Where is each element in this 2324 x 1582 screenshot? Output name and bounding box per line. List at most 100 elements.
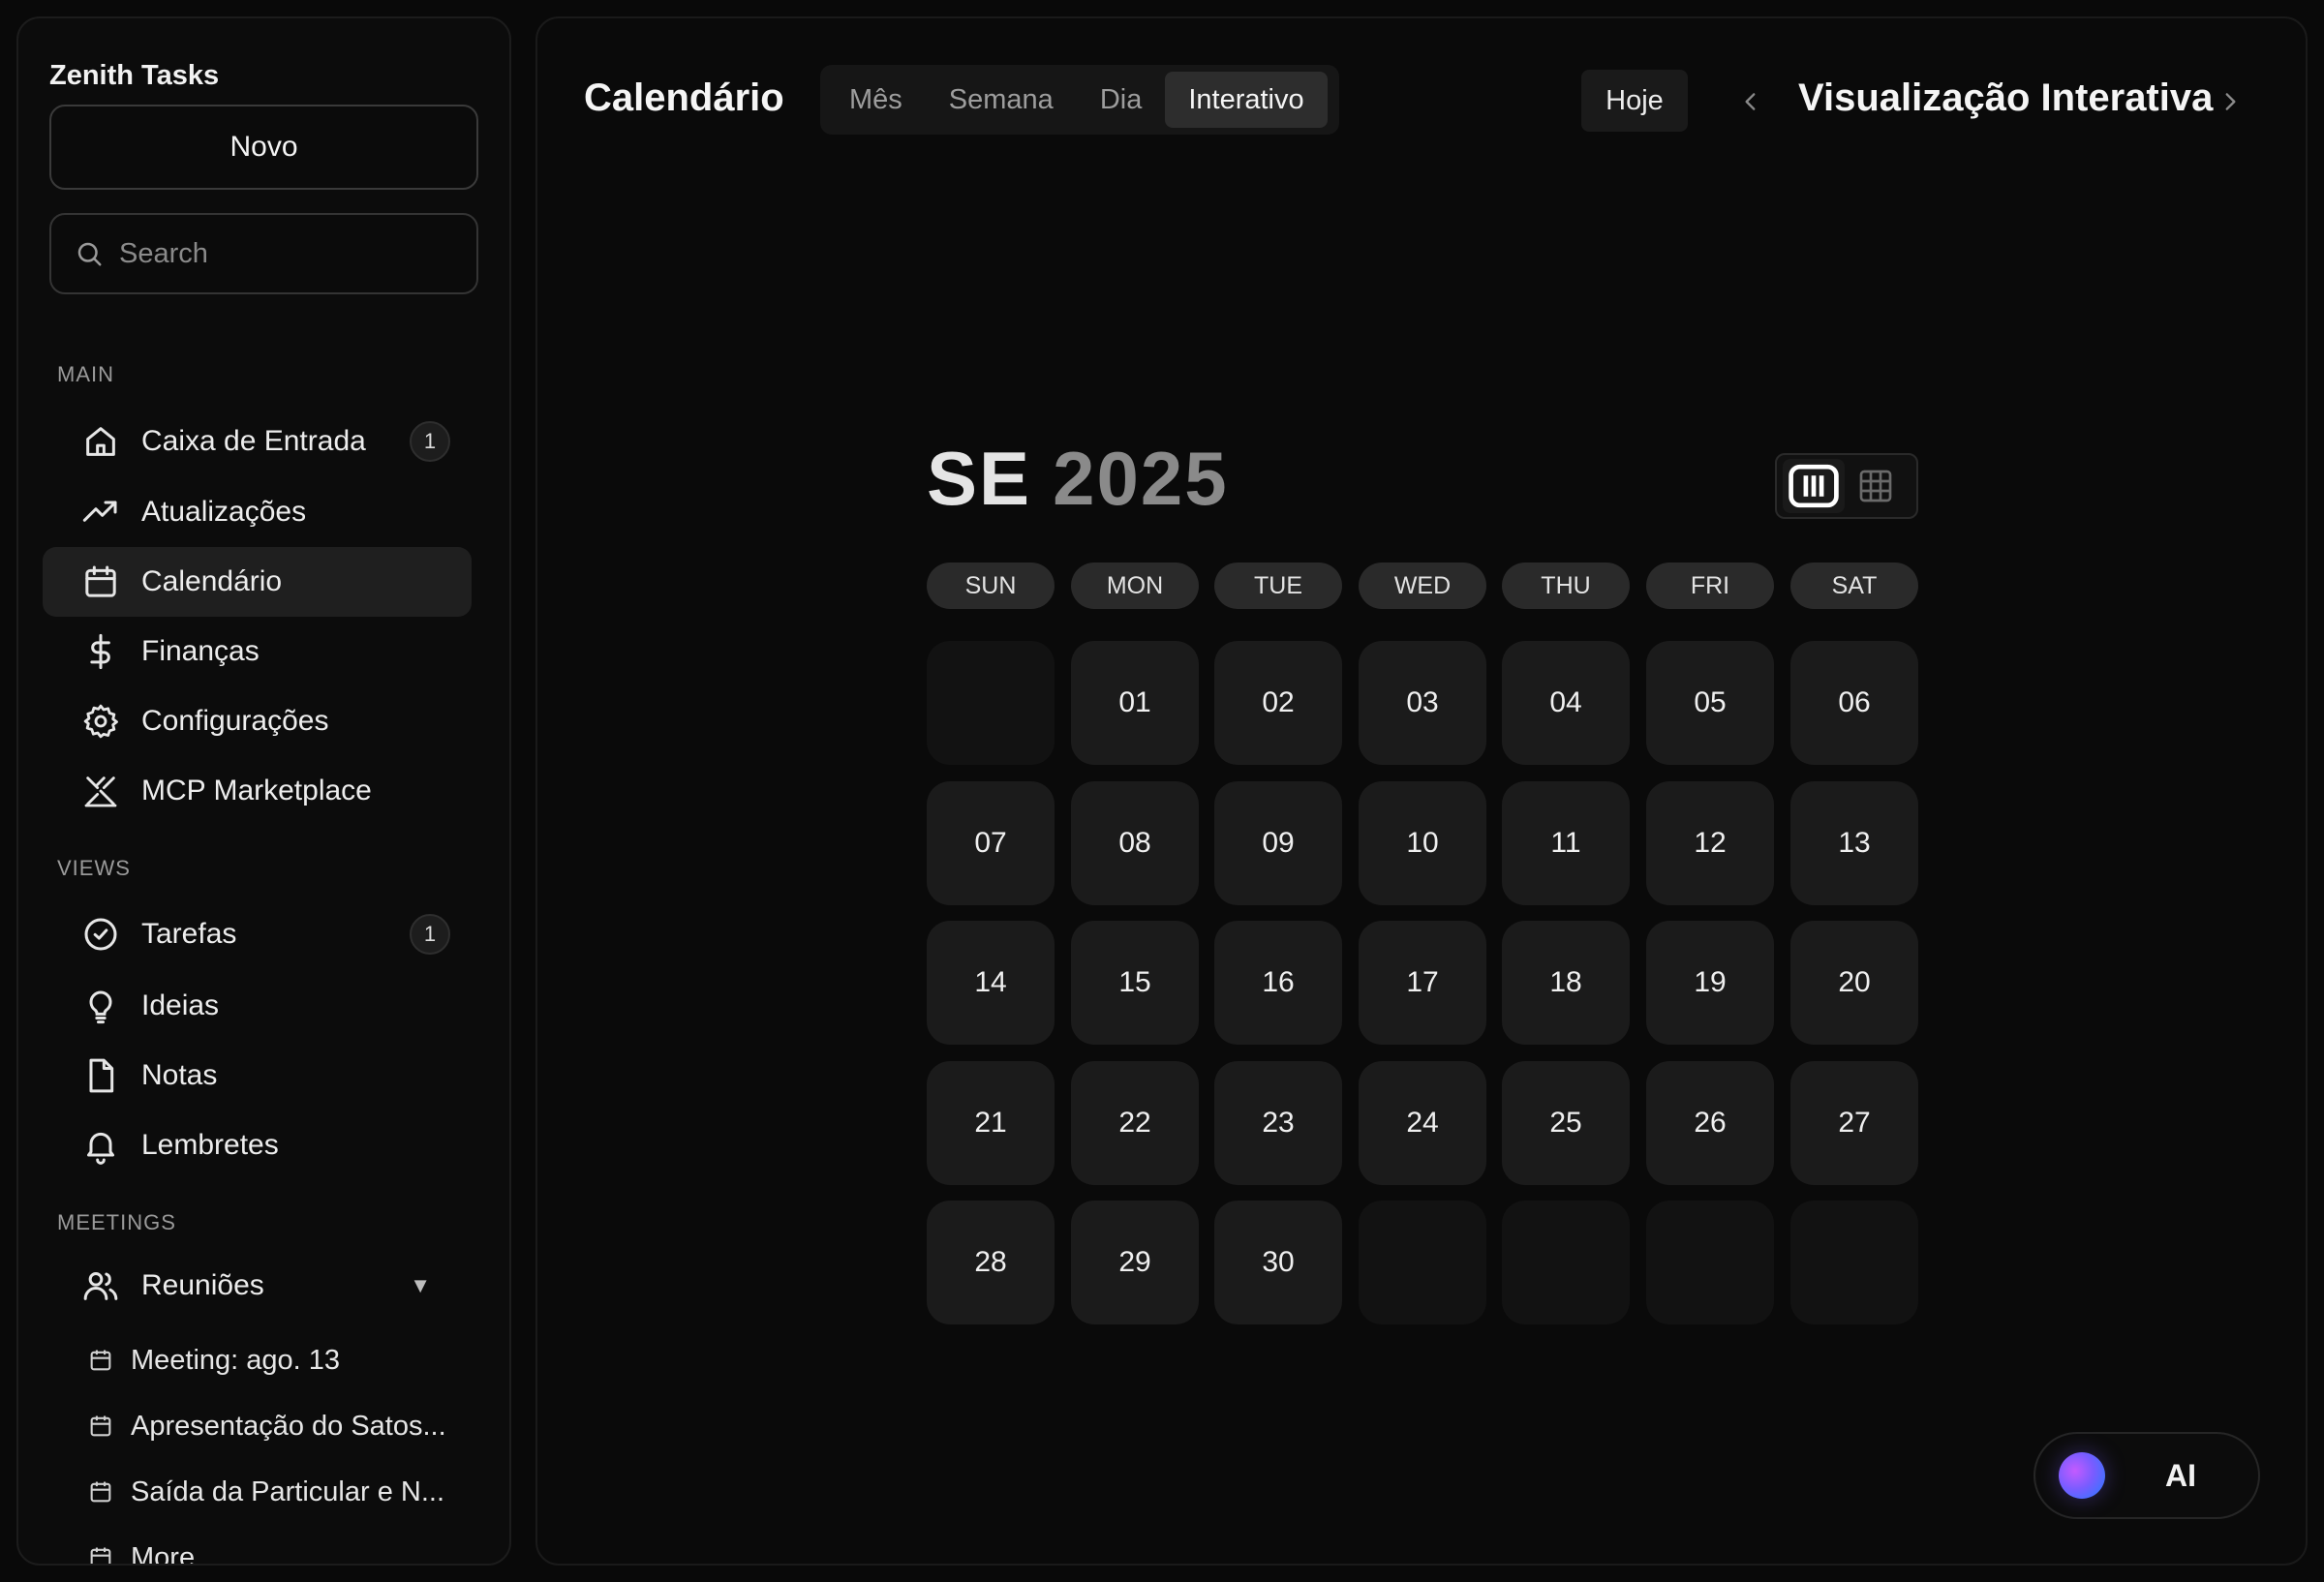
meeting-item-label: Saída da Particular e N...: [131, 1476, 444, 1507]
sidebar-item-meetings-group[interactable]: Reuniões ▼: [43, 1251, 472, 1321]
day-cell[interactable]: 17: [1359, 921, 1486, 1045]
day-cell[interactable]: 28: [927, 1201, 1055, 1324]
day-cell[interactable]: 29: [1071, 1201, 1199, 1324]
search-icon: [73, 237, 106, 270]
calendar-icon: [86, 1477, 115, 1506]
sidebar-item-label: MCP Marketplace: [141, 775, 372, 806]
section-title-main: MAIN: [57, 362, 114, 386]
chevron-right-icon[interactable]: [2211, 82, 2249, 121]
meeting-item[interactable]: Meeting: ago. 13: [86, 1332, 474, 1388]
day-cell[interactable]: 27: [1790, 1061, 1918, 1185]
day-cell[interactable]: 08: [1071, 781, 1199, 905]
section-title-views: VIEWS: [57, 856, 131, 880]
calendar-icon: [86, 1543, 115, 1564]
day-cell[interactable]: 21: [927, 1061, 1055, 1185]
day-cell[interactable]: 05: [1646, 641, 1774, 765]
marketplace-icon: [79, 770, 122, 812]
today-button[interactable]: Hoje: [1581, 70, 1688, 132]
gear-icon: [79, 700, 122, 743]
meeting-item-label: More: [131, 1541, 196, 1566]
sidebar-item-label: Configurações: [141, 705, 329, 737]
day-cell[interactable]: 12: [1646, 781, 1774, 905]
day-cell[interactable]: 01: [1071, 641, 1199, 765]
sidebar-item-reminders[interactable]: Lembretes: [43, 1110, 472, 1180]
day-cell[interactable]: 06: [1790, 641, 1918, 765]
sidebar-item-label: Tarefas: [141, 918, 237, 950]
day-cell[interactable]: 04: [1502, 641, 1630, 765]
day-cell[interactable]: 09: [1214, 781, 1342, 905]
tab-week[interactable]: Semana: [926, 72, 1077, 128]
grid-icon[interactable]: [1845, 459, 1907, 513]
layout-toggle: [1775, 453, 1918, 519]
calendar-month: SE: [927, 436, 1032, 521]
day-cell[interactable]: 11: [1502, 781, 1630, 905]
weekday-label: TUE: [1214, 563, 1342, 609]
sidebar-item-label: Caixa de Entrada: [141, 425, 366, 457]
day-cell[interactable]: 16: [1214, 921, 1342, 1045]
day-cell[interactable]: 24: [1359, 1061, 1486, 1185]
meeting-item-label: Meeting: ago. 13: [131, 1344, 341, 1376]
day-cell[interactable]: 03: [1359, 641, 1486, 765]
sidebar-item-inbox[interactable]: Caixa de Entrada 1: [43, 407, 472, 476]
sidebar: Zenith Tasks Novo MAIN Caixa de Entrada …: [16, 16, 511, 1566]
calendar-year: 2025: [1053, 436, 1229, 521]
day-cell[interactable]: 19: [1646, 921, 1774, 1045]
weekday-label: SAT: [1790, 563, 1918, 609]
search-input[interactable]: [119, 237, 439, 270]
tab-day[interactable]: Dia: [1077, 72, 1166, 128]
day-cell[interactable]: 30: [1214, 1201, 1342, 1324]
columns-icon[interactable]: [1783, 459, 1845, 513]
chevron-down-icon[interactable]: ▼: [410, 1273, 431, 1298]
calendar-icon: [86, 1346, 115, 1375]
day-cell[interactable]: 26: [1646, 1061, 1774, 1185]
sidebar-item-label: Reuniões: [141, 1269, 264, 1301]
app-brand: Zenith Tasks: [49, 60, 220, 91]
sidebar-item-label: Notas: [141, 1059, 218, 1091]
weekday-label: THU: [1502, 563, 1630, 609]
day-cell[interactable]: 02: [1214, 641, 1342, 765]
app-root: Zenith Tasks Novo MAIN Caixa de Entrada …: [0, 0, 2324, 1582]
day-cell[interactable]: 20: [1790, 921, 1918, 1045]
tab-month[interactable]: Mês: [826, 72, 926, 128]
calendar-day-grid: 01 02 03 04 05 06 07 08 09 10 11 12 13 14 15 16 17 18 19 20…: [927, 641, 1918, 1340]
sidebar-item-updates[interactable]: Atualizações: [43, 477, 472, 547]
ai-orb-icon: [2059, 1452, 2105, 1499]
day-cell[interactable]: 23: [1214, 1061, 1342, 1185]
inbox-count-badge: 1: [410, 421, 450, 462]
day-cell[interactable]: 13: [1790, 781, 1918, 905]
search-box[interactable]: [49, 213, 478, 294]
sidebar-item-mcp-marketplace[interactable]: MCP Marketplace: [43, 756, 472, 826]
tab-interactive[interactable]: Interativo: [1165, 72, 1328, 128]
sidebar-item-notes[interactable]: Notas: [43, 1041, 472, 1110]
bell-icon: [79, 1124, 122, 1167]
section-title-meetings: MEETINGS: [57, 1210, 176, 1234]
lightbulb-icon: [79, 985, 122, 1027]
sidebar-item-ideas[interactable]: Ideias: [43, 971, 472, 1041]
meeting-more-item[interactable]: More: [86, 1530, 474, 1566]
day-cell[interactable]: 15: [1071, 921, 1199, 1045]
chevron-left-icon[interactable]: [1731, 82, 1770, 121]
weekday-label: WED: [1359, 563, 1486, 609]
home-icon: [79, 420, 122, 463]
sidebar-item-tasks[interactable]: Tarefas 1: [43, 899, 472, 969]
meeting-item-label: Apresentação do Satos...: [131, 1410, 446, 1442]
meeting-item[interactable]: Apresentação do Satos...: [86, 1398, 474, 1454]
meeting-item[interactable]: Saída da Particular e N...: [86, 1464, 474, 1520]
new-button[interactable]: Novo: [49, 105, 478, 190]
sidebar-item-finances[interactable]: Finanças: [43, 617, 472, 686]
ai-assistant-button[interactable]: AI: [2034, 1432, 2260, 1519]
empty-day-cell: [1502, 1201, 1630, 1324]
day-cell[interactable]: 25: [1502, 1061, 1630, 1185]
day-cell[interactable]: 10: [1359, 781, 1486, 905]
sidebar-item-calendar[interactable]: Calendário: [43, 547, 472, 617]
sidebar-item-label: Ideias: [141, 989, 220, 1021]
sidebar-item-settings[interactable]: Configurações: [43, 686, 472, 756]
ai-button-label: AI: [2165, 1457, 2196, 1493]
calendar-heading: SE 2025: [927, 435, 1229, 523]
day-cell[interactable]: 14: [927, 921, 1055, 1045]
day-cell[interactable]: 07: [927, 781, 1055, 905]
day-cell[interactable]: 22: [1071, 1061, 1199, 1185]
weekday-header-row: SUN MON TUE WED THU FRI SAT: [927, 563, 1918, 609]
day-cell[interactable]: 18: [1502, 921, 1630, 1045]
sidebar-item-label: Atualizações: [141, 496, 307, 528]
